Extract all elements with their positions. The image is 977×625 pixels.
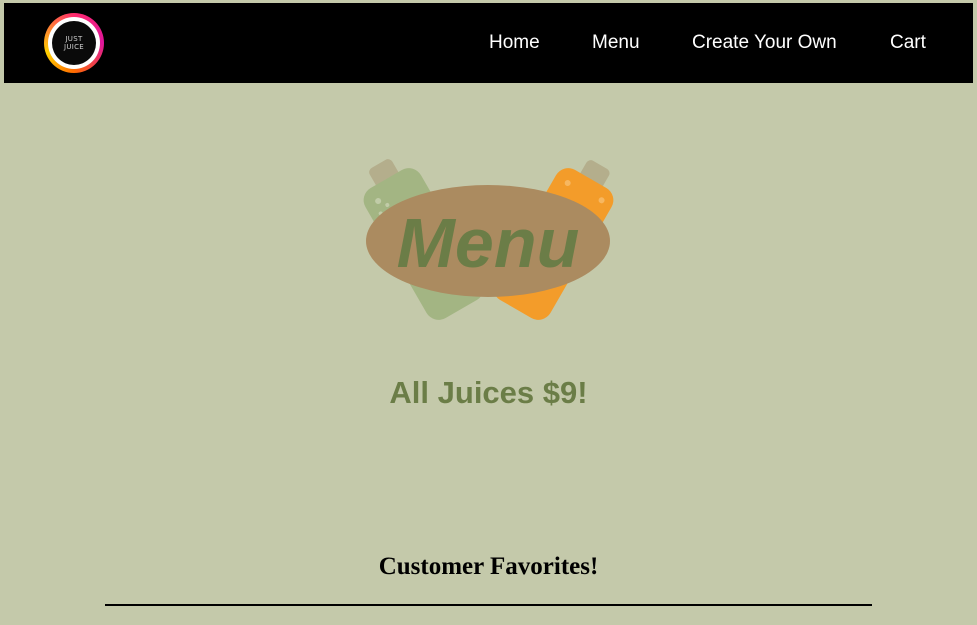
- logo-ring: JUST JUICE: [48, 17, 100, 69]
- nav-link-home[interactable]: Home: [489, 32, 540, 54]
- menu-hero-svg: Menu: [363, 159, 614, 320]
- page: JUST JUICE Home Menu Create Your Own Car…: [0, 0, 977, 625]
- just-juice-logo[interactable]: JUST JUICE: [44, 13, 104, 73]
- menu-hero-title: Menu: [397, 204, 580, 282]
- logo-text-line2: JUICE: [63, 43, 85, 51]
- section-divider: [105, 604, 872, 606]
- customer-favorites-title: Customer Favorites!: [378, 553, 599, 580]
- nav-link-cart[interactable]: Cart: [890, 32, 926, 54]
- nav-link-create-your-own[interactable]: Create Your Own: [692, 32, 837, 54]
- menu-hero-graphic: Menu: [360, 150, 620, 330]
- logo-text-line1: JUST: [65, 35, 83, 43]
- top-navbar: JUST JUICE Home Menu Create Your Own Car…: [4, 3, 973, 83]
- pricing-headline: All Juices $9!: [389, 375, 588, 410]
- logo-core: JUST JUICE: [52, 21, 96, 65]
- nav-link-menu[interactable]: Menu: [592, 32, 640, 54]
